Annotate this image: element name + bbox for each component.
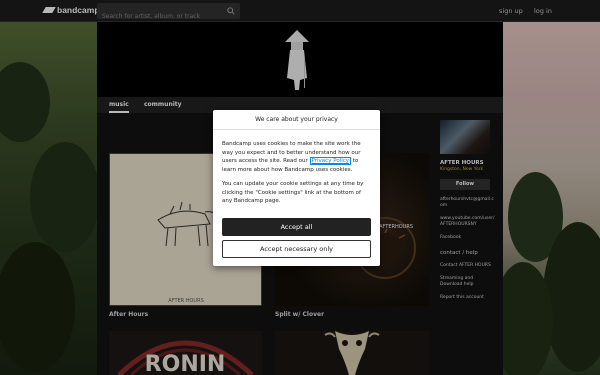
modal-paragraph-1: Bandcamp uses cookies to make the site w… xyxy=(213,140,380,174)
privacy-modal: We care about your privacy Bandcamp uses… xyxy=(213,110,380,266)
accept-all-button[interactable]: Accept all xyxy=(222,218,371,236)
modal-paragraph-2: You can update your cookie settings at a… xyxy=(222,181,364,204)
accept-necessary-button[interactable]: Accept necessary only xyxy=(222,240,371,258)
privacy-policy-link[interactable]: Privacy Policy xyxy=(309,157,352,165)
modal-title: We care about your privacy xyxy=(213,110,380,130)
